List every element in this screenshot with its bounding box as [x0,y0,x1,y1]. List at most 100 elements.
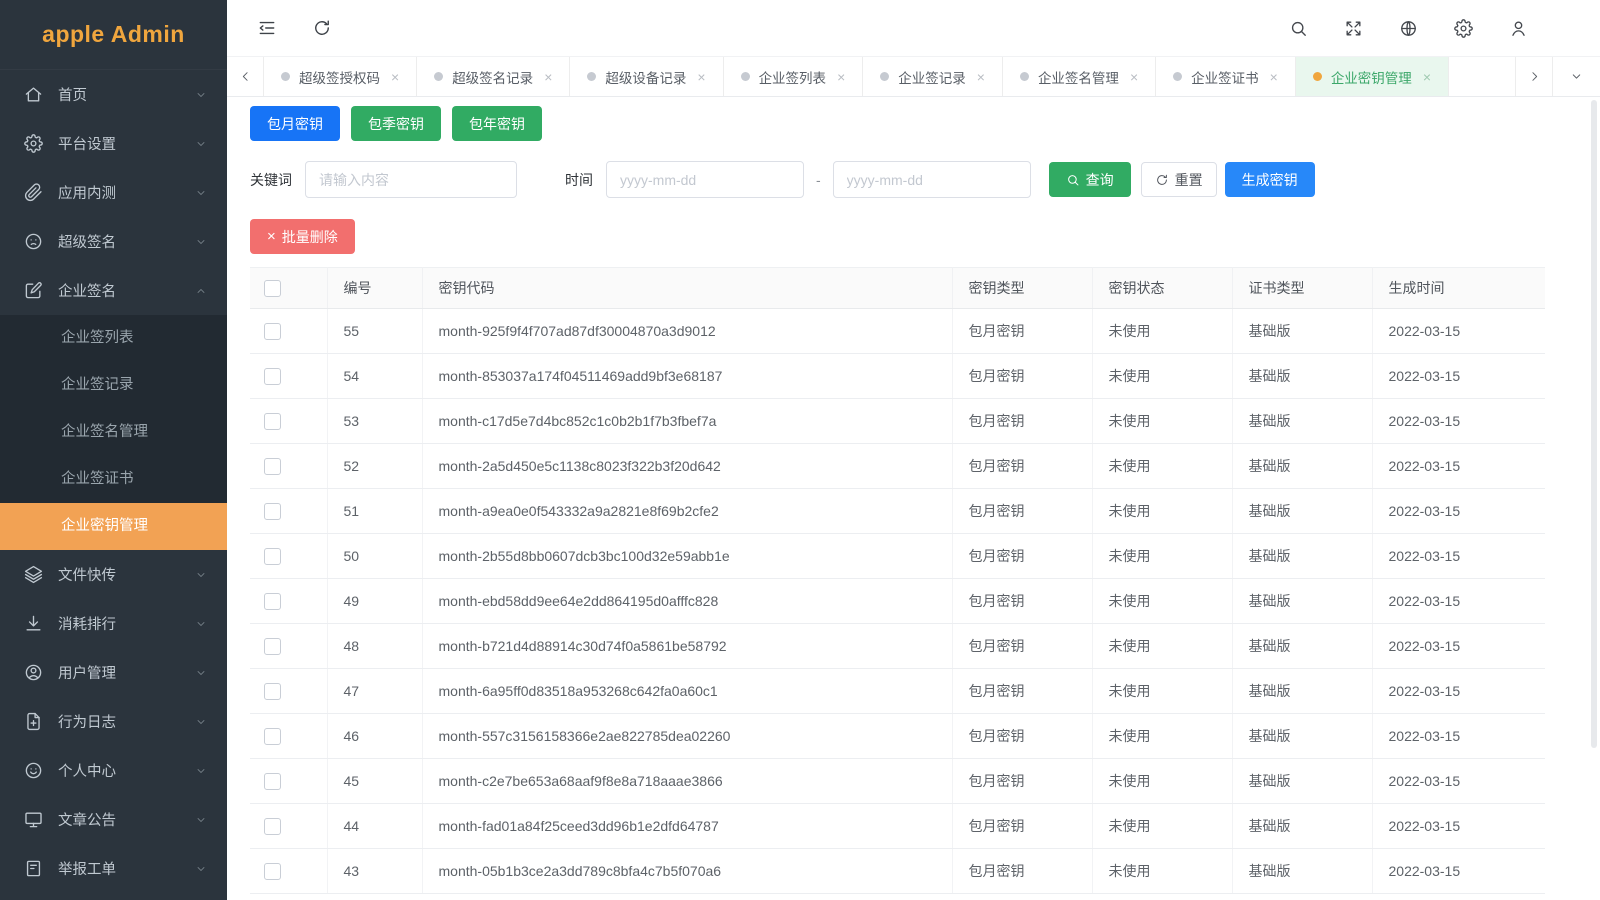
cell-key-status: 未使用 [1092,804,1232,849]
tabs-scroll-left-button[interactable] [227,57,264,96]
row-checkbox[interactable] [264,773,281,790]
settings-icon [1454,19,1473,38]
tab-close-icon[interactable]: × [837,69,845,85]
settings-icon[interactable] [1454,19,1473,38]
vertical-scrollbar[interactable] [1591,100,1597,748]
globe-icon [1399,19,1418,38]
user-icon[interactable] [1509,19,1528,38]
sidebar-subitem-2[interactable]: 企业签名管理 [0,409,227,456]
tab-close-icon[interactable]: × [697,69,705,85]
reset-button[interactable]: 重置 [1141,162,1217,197]
refresh-icon[interactable] [312,18,332,38]
cell-key-code: month-ebd58dd9ee64e2dd864195d0afffc828 [422,579,952,624]
tabs-strip: 超级签授权码×超级签名记录×超级设备记录×企业签列表×企业签记录×企业签名管理×… [264,57,1515,96]
cell-key-status: 未使用 [1092,669,1232,714]
table-row: 47month-6a95ff0d83518a953268c642fa0a60c1… [250,669,1545,714]
sidebar-subitem-0[interactable]: 企业签列表 [0,315,227,362]
tabs-dropdown-button[interactable] [1552,57,1600,96]
tab-label: 超级签名记录 [452,67,533,87]
row-checkbox[interactable] [264,683,281,700]
tab-close-icon[interactable]: × [391,69,399,85]
chevron-down-icon [195,765,207,777]
main-area: 超级签授权码×超级签名记录×超级设备记录×企业签列表×企业签记录×企业签名管理×… [227,0,1600,900]
sidebar-item-8[interactable]: 行为日志 [0,697,227,746]
sidebar-item-9[interactable]: 个人中心 [0,746,227,795]
row-checkbox[interactable] [264,323,281,340]
sidebar-item-5[interactable]: 文件快传 [0,550,227,599]
menu-fold-icon[interactable] [257,18,277,38]
row-checkbox[interactable] [264,503,281,520]
row-checkbox[interactable] [264,728,281,745]
sidebar-item-11[interactable]: 举报工单 [0,844,227,893]
tabs-scroll-right-button[interactable] [1515,57,1552,96]
cell-cert-type: 基础版 [1232,804,1372,849]
sidebar-subitem-1[interactable]: 企业签记录 [0,362,227,409]
sidebar-item-10[interactable]: 文章公告 [0,795,227,844]
sidebar-subitem-4-active[interactable]: 企业密钥管理 [0,503,227,550]
cell-created: 2022-03-15 [1372,444,1545,489]
sidebar-item-3[interactable]: 超级签名 [0,217,227,266]
cell-created: 2022-03-15 [1372,534,1545,579]
search-icon[interactable] [1289,19,1308,38]
fullscreen-icon[interactable] [1344,19,1363,38]
sidebar-item-1[interactable]: 平台设置 [0,119,227,168]
cell-id: 48 [327,624,422,669]
sidebar-item-4[interactable]: 企业签名 [0,266,227,315]
cell-cert-type: 基础版 [1232,399,1372,444]
tab-close-icon[interactable]: × [544,69,552,85]
date-to-input[interactable] [833,161,1031,198]
row-checkbox[interactable] [264,413,281,430]
globe-icon[interactable] [1399,19,1418,38]
tab-close-icon[interactable]: × [1423,69,1431,85]
cell-key-code: month-c2e7be653a68aaf9f8e8a718aaae3866 [422,759,952,804]
row-checkbox[interactable] [264,548,281,565]
cell-key-code: month-05b1b3ce2a3dd789c8bfa4c7b5f070a6 [422,849,952,894]
table-row: 50month-2b55d8bb0607dcb3bc100d32e59abb1e… [250,534,1545,579]
column-header: 生成时间 [1372,268,1545,309]
generate-key-button[interactable]: 生成密钥 [1225,162,1315,197]
query-button[interactable]: 查询 [1049,162,1131,197]
row-checkbox[interactable] [264,818,281,835]
sidebar-item-0[interactable]: 首页 [0,70,227,119]
sidebar-item-2[interactable]: 应用内测 [0,168,227,217]
key-type-button-1[interactable]: 包季密钥 [351,106,441,141]
cell-key-status: 未使用 [1092,849,1232,894]
row-checkbox[interactable] [264,368,281,385]
row-checkbox[interactable] [264,863,281,880]
tab-close-icon[interactable]: × [1130,69,1138,85]
download-icon [24,614,43,633]
batch-delete-button[interactable]: × 批量删除 [250,219,355,254]
select-all-checkbox[interactable] [264,280,281,297]
cell-key-type: 包月密钥 [952,354,1092,399]
cell-key-code: month-2a5d450e5c1138c8023f322b3f20d642 [422,444,952,489]
tab-5[interactable]: 企业签名管理× [1003,57,1156,96]
tab-2[interactable]: 超级设备记录× [570,57,723,96]
keyword-input[interactable] [305,161,517,198]
cell-created: 2022-03-15 [1372,354,1545,399]
row-checkbox[interactable] [264,458,281,475]
key-type-button-0[interactable]: 包月密钥 [250,106,340,141]
key-type-button-2[interactable]: 包年密钥 [452,106,542,141]
column-header: 证书类型 [1232,268,1372,309]
cell-key-code: month-6a95ff0d83518a953268c642fa0a60c1 [422,669,952,714]
tab-0[interactable]: 超级签授权码× [264,57,417,96]
row-checkbox[interactable] [264,638,281,655]
tab-1[interactable]: 超级签名记录 × [417,57,570,96]
tab-6[interactable]: 企业签证书× [1156,57,1296,96]
chevron-down-icon [195,618,207,630]
cell-created: 2022-03-15 [1372,399,1545,444]
chevron-down-icon [195,89,207,101]
sidebar-item-7[interactable]: 用户管理 [0,648,227,697]
row-checkbox[interactable] [264,593,281,610]
date-from-input[interactable] [606,161,804,198]
button-label: 包季密钥 [368,114,424,134]
tab-close-icon[interactable]: × [1270,69,1278,85]
tab-4[interactable]: 企业签记录× [863,57,1003,96]
tab-3[interactable]: 企业签列表× [724,57,864,96]
sidebar-item-6[interactable]: 消耗排行 [0,599,227,648]
cell-key-status: 未使用 [1092,309,1232,354]
sidebar-subitem-3[interactable]: 企业签证书 [0,456,227,503]
chevron-down-icon [195,716,207,728]
tab-close-icon[interactable]: × [977,69,985,85]
tab-7-active[interactable]: 企业密钥管理× [1296,57,1449,96]
